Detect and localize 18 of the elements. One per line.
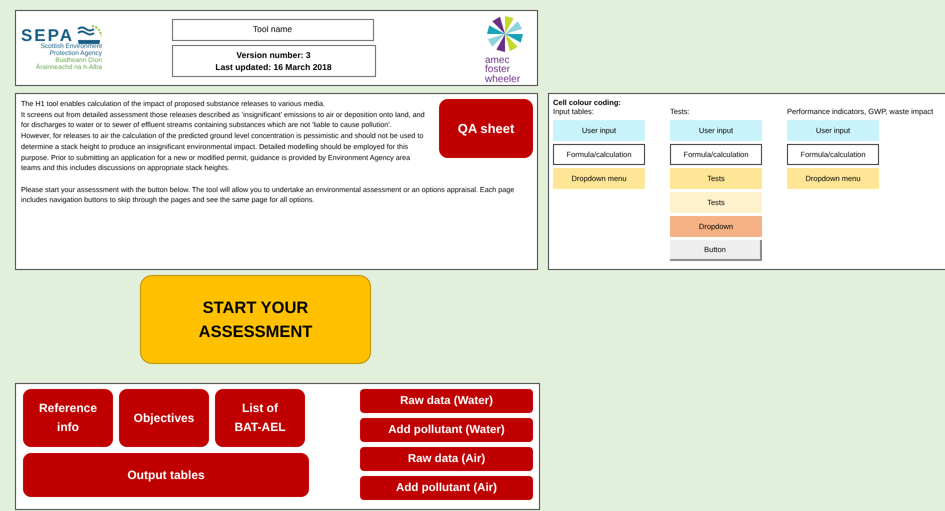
nav-button[interactable]: Objectives — [119, 389, 209, 447]
data-button[interactable]: Add pollutant (Air) — [360, 476, 533, 500]
logo-acronym: SEPA — [20, 27, 74, 44]
tool-name-field: Tool name — [172, 19, 374, 41]
data-button[interactable]: Raw data (Air) — [360, 447, 533, 471]
data-button[interactable]: Raw data (Water) — [360, 389, 533, 413]
logo-text: amec — [485, 56, 510, 66]
last-updated: Last updated: 16 March 2018 — [215, 62, 332, 72]
start-assessment-button[interactable]: START YOUR ASSESSMENT — [140, 275, 371, 364]
waves-icon — [76, 24, 102, 44]
version-number: Version number: 3 — [236, 50, 311, 60]
data-button[interactable]: Add pollutant (Water) — [360, 418, 533, 442]
logo-text: wheeler — [485, 74, 520, 84]
logo-text: foster — [485, 65, 510, 75]
nav-button[interactable]: Reference info — [23, 389, 113, 447]
output-tables-button[interactable]: Output tables — [23, 453, 309, 497]
nav-button[interactable]: List of BAT-AEL — [215, 389, 305, 447]
qa-sheet-button[interactable]: QA sheet — [439, 99, 533, 158]
